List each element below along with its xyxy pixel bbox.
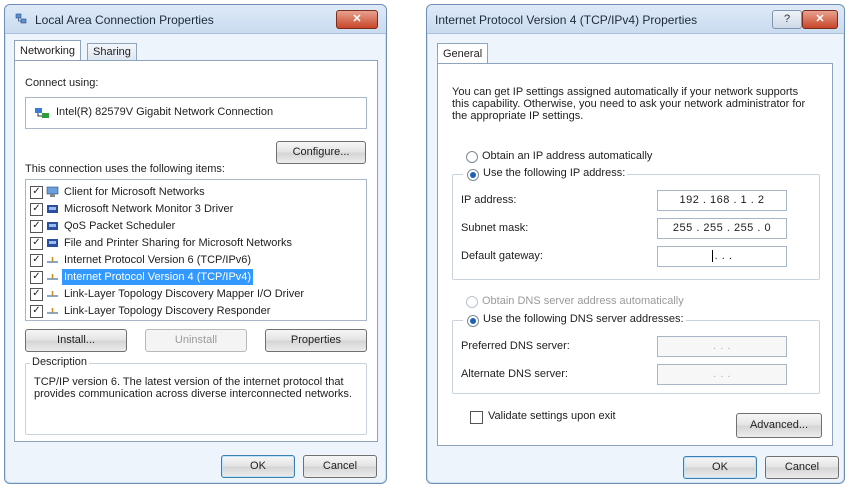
protocol-icon	[47, 274, 58, 280]
auto-dns-radio[interactable]	[466, 296, 478, 308]
manual-ip-label: Use the following IP address:	[483, 167, 626, 179]
default-gateway-label: Default gateway:	[461, 250, 543, 262]
cancel-button[interactable]: Cancel	[765, 456, 839, 479]
protocol-icon	[47, 291, 58, 297]
connect-using-label: Connect using:	[25, 77, 99, 89]
general-panel: You can get IP settings assigned automat…	[437, 63, 833, 446]
default-gateway-input[interactable]: . . .	[657, 246, 787, 267]
ip-address-group: Use the following IP address: IP address…	[452, 167, 820, 280]
auto-ip-radio[interactable]	[466, 151, 478, 163]
close-icon: ✕	[352, 13, 362, 25]
checkbox[interactable]: ✓	[30, 186, 43, 199]
install-button[interactable]: Install...	[25, 329, 127, 352]
ip-address-input[interactable]: 192 . 168 . 1 . 2	[657, 190, 787, 211]
advanced-button[interactable]: Advanced...	[736, 413, 822, 438]
alternate-dns-input[interactable]: . . .	[657, 364, 787, 385]
protocol-icon	[47, 257, 58, 263]
tab-sharing-label: Sharing	[93, 46, 131, 58]
help-button[interactable]: ?	[772, 10, 802, 29]
components-list[interactable]: ✓ Client for Microsoft Networks ✓ Micros…	[25, 179, 367, 321]
window-title: Local Area Connection Properties	[35, 13, 214, 27]
network-service-icon	[47, 239, 58, 247]
window-title: Internet Protocol Version 4 (TCP/IPv4) P…	[435, 13, 698, 27]
network-service-icon	[47, 205, 58, 213]
manual-ip-title: Use the following IP address:	[463, 167, 628, 179]
tab-sharing[interactable]: Sharing	[87, 43, 137, 61]
network-connection-icon	[15, 13, 27, 24]
networking-panel: Connect using: Intel(R) 82579V Gigabit N…	[14, 60, 378, 442]
ok-button[interactable]: OK	[221, 455, 295, 478]
item-label-selected: Internet Protocol Version 4 (TCP/IPv4)	[62, 269, 254, 285]
item-label: File and Printer Sharing for Microsoft N…	[64, 237, 293, 249]
checkbox[interactable]: ✓	[30, 288, 43, 301]
close-icon: ✕	[815, 13, 825, 25]
manual-dns-label: Use the following DNS server addresses:	[483, 313, 684, 325]
checkbox[interactable]: ✓	[30, 203, 43, 216]
title-bar[interactable]: Internet Protocol Version 4 (TCP/IPv4) P…	[427, 5, 844, 34]
validate-checkbox[interactable]	[470, 411, 483, 424]
ok-button[interactable]: OK	[683, 456, 757, 479]
cancel-button[interactable]: Cancel	[303, 455, 377, 478]
uninstall-button[interactable]: Uninstall	[145, 329, 247, 352]
subnet-mask-input[interactable]: 255 . 255 . 255 . 0	[657, 218, 787, 239]
adapter-field: Intel(R) 82579V Gigabit Network Connecti…	[25, 97, 367, 129]
item-label: Link-Layer Topology Discovery Mapper I/O…	[64, 288, 305, 300]
checkbox[interactable]: ✓	[30, 254, 43, 267]
description-text: TCP/IP version 6. The latest version of …	[34, 376, 352, 400]
help-icon: ?	[783, 13, 791, 25]
title-bar[interactable]: Local Area Connection Properties ✕	[5, 5, 386, 34]
item-label: QoS Packet Scheduler	[64, 220, 176, 232]
checkbox[interactable]: ✓	[30, 305, 43, 318]
preferred-dns-label: Preferred DNS server:	[461, 340, 570, 352]
lan-properties-dialog: Local Area Connection Properties ✕ Netwo…	[4, 4, 387, 484]
tab-general[interactable]: General	[437, 43, 489, 64]
ipv4-properties-dialog: Internet Protocol Version 4 (TCP/IPv4) P…	[426, 4, 845, 484]
manual-ip-radio[interactable]	[467, 169, 479, 181]
tab-networking-label: Networking	[20, 45, 76, 57]
alternate-dns-label: Alternate DNS server:	[461, 368, 568, 380]
auto-ip-label: Obtain an IP address automatically	[482, 150, 653, 162]
checkbox[interactable]: ✓	[30, 237, 43, 250]
adapter-name: Intel(R) 82579V Gigabit Network Connecti…	[56, 106, 274, 118]
description-group: Description TCP/IP version 6. The latest…	[25, 356, 367, 435]
manual-dns-radio[interactable]	[467, 315, 479, 327]
network-service-icon	[47, 222, 58, 230]
items-label: This connection uses the following items…	[25, 163, 225, 175]
default-gateway-value: . . .	[714, 250, 733, 262]
checkbox[interactable]: ✓	[30, 220, 43, 233]
tab-networking[interactable]: Networking	[14, 40, 82, 61]
properties-button[interactable]: Properties	[265, 329, 367, 352]
network-client-icon	[46, 186, 59, 197]
close-button[interactable]: ✕	[802, 10, 838, 29]
subnet-mask-label: Subnet mask:	[461, 222, 529, 234]
auto-dns-label: Obtain DNS server address automatically	[482, 295, 684, 307]
item-label: Microsoft Network Monitor 3 Driver	[64, 203, 234, 215]
protocol-icon	[47, 308, 58, 314]
validate-label: Validate settings upon exit	[488, 410, 616, 422]
text-cursor	[711, 250, 713, 263]
checkbox[interactable]: ✓	[30, 271, 43, 284]
description-title: Description	[30, 356, 90, 368]
dns-group: Use the following DNS server addresses: …	[452, 313, 820, 394]
close-button[interactable]: ✕	[336, 10, 378, 29]
manual-dns-title: Use the following DNS server addresses:	[463, 313, 686, 325]
item-label: Link-Layer Topology Discovery Responder	[64, 305, 271, 317]
intro-text: You can get IP settings assigned automat…	[452, 86, 806, 122]
item-label: Client for Microsoft Networks	[64, 186, 205, 198]
network-adapter-icon	[35, 108, 49, 118]
configure-button[interactable]: Configure...	[276, 141, 366, 164]
item-label: Internet Protocol Version 6 (TCP/IPv6)	[64, 254, 252, 266]
ip-address-label: IP address:	[461, 194, 517, 206]
preferred-dns-input[interactable]: . . .	[657, 336, 787, 357]
tab-general-label: General	[443, 48, 483, 60]
